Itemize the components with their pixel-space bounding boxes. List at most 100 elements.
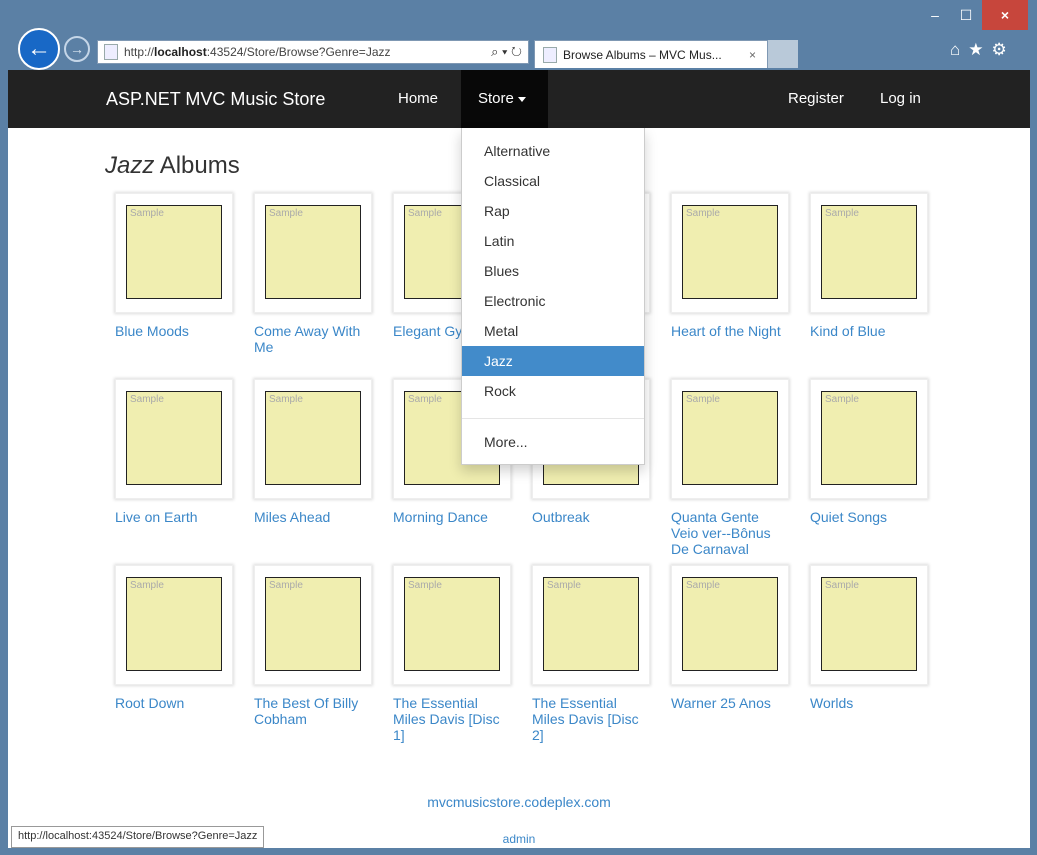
store-menu-item-electronic[interactable]: Electronic [462,286,644,316]
album-title-link[interactable]: Kind of Blue [810,323,920,339]
store-menu-item-classical[interactable]: Classical [462,166,644,196]
album-title-link[interactable]: Heart of the Night [671,323,781,339]
page-content: ASP.NET MVC Music Store Home Store Regis… [8,70,1030,848]
nav-login-link[interactable]: Log in [880,70,921,128]
album-card[interactable]: Sample The Essential Miles Davis [Disc 1] [393,565,513,755]
album-card[interactable]: Sample Come Away With Me [254,193,374,383]
forward-button[interactable]: → [64,36,90,62]
album-thumbnail[interactable]: Sample [254,193,372,313]
album-title-link[interactable]: Quiet Songs [810,509,920,525]
album-art-image: Sample [265,577,361,671]
album-thumbnail[interactable]: Sample [254,565,372,685]
home-icon[interactable]: ⌂ [950,40,960,60]
album-title-link[interactable]: Morning Dance [393,509,503,525]
store-menu-item-rap[interactable]: Rap [462,196,644,226]
album-thumbnail[interactable]: Sample [115,193,233,313]
album-art-image: Sample [126,391,222,485]
album-card[interactable]: Sample Worlds [810,565,930,755]
album-card[interactable]: Sample Quanta Gente Veio ver--Bônus De Ca… [671,379,791,569]
album-thumbnail[interactable]: Sample [393,565,511,685]
forward-arrow-icon: → [70,41,84,57]
sample-label: Sample [825,394,859,405]
album-title-link[interactable]: Quanta Gente Veio ver--Bônus De Carnaval [671,509,781,557]
maximize-button[interactable]: ☐ [951,0,981,30]
album-art-image: Sample [682,205,778,299]
album-card[interactable]: Sample Warner 25 Anos [671,565,791,755]
page-title: Jazz Albums [105,152,240,179]
minimize-button[interactable]: – [920,0,950,30]
album-thumbnail[interactable]: Sample [671,193,789,313]
sample-label: Sample [686,394,720,405]
album-thumbnail[interactable]: Sample [115,379,233,499]
album-thumbnail[interactable]: Sample [532,565,650,685]
search-refresh-icons[interactable]: ⌕ ▾ ↻ [460,44,528,60]
album-card[interactable]: Sample Kind of Blue [810,193,930,383]
address-bar[interactable]: http://localhost:43524/Store/Browse?Genr… [97,40,529,64]
album-thumbnail[interactable]: Sample [810,565,928,685]
album-thumbnail[interactable]: Sample [115,565,233,685]
caret-down-icon [517,96,526,102]
album-title-link[interactable]: Miles Ahead [254,509,364,525]
nav-register-link[interactable]: Register [788,70,844,128]
album-card[interactable]: Sample Miles Ahead [254,379,374,569]
brand-link[interactable]: ASP.NET MVC Music Store [106,70,325,128]
close-window-button[interactable]: × [982,0,1028,30]
album-thumbnail[interactable]: Sample [671,565,789,685]
store-menu-item-rock[interactable]: Rock [462,376,644,406]
store-menu-item-more[interactable]: More... [462,427,644,457]
album-title-link[interactable]: Live on Earth [115,509,225,525]
sample-label: Sample [269,208,303,219]
sample-label: Sample [547,580,581,591]
store-menu-item-latin[interactable]: Latin [462,226,644,256]
album-art-image: Sample [126,205,222,299]
menu-divider [462,418,644,419]
album-card[interactable]: Sample Heart of the Night [671,193,791,383]
address-url[interactable]: http://localhost:43524/Store/Browse?Genr… [124,45,460,59]
album-card[interactable]: Sample Blue Moods [115,193,235,383]
album-art-image: Sample [821,205,917,299]
tab-close-icon[interactable]: × [749,48,767,62]
album-card[interactable]: Sample Live on Earth [115,379,235,569]
album-art-image: Sample [404,577,500,671]
album-art-image: Sample [126,577,222,671]
store-menu-item-jazz[interactable]: Jazz [462,346,644,376]
status-bar-url: http://localhost:43524/Store/Browse?Genr… [11,826,265,848]
album-title-link[interactable]: The Best Of Billy Cobham [254,695,364,727]
album-art-image: Sample [265,391,361,485]
sample-label: Sample [269,580,303,591]
settings-gear-icon[interactable]: ⚙ [992,40,1007,60]
footer-codeplex-link[interactable]: mvcmusicstore.codeplex.com [8,794,1030,810]
album-thumbnail[interactable]: Sample [810,379,928,499]
tab-browse-albums[interactable]: Browse Albums – MVC Mus... × [534,40,768,68]
sample-label: Sample [825,580,859,591]
album-title-link[interactable]: Warner 25 Anos [671,695,781,711]
store-menu-item-alternative[interactable]: Alternative [462,136,644,166]
album-title-link[interactable]: Outbreak [532,509,642,525]
store-menu-item-metal[interactable]: Metal [462,316,644,346]
album-thumbnail[interactable]: Sample [254,379,372,499]
album-title-link[interactable]: Come Away With Me [254,323,364,355]
album-card[interactable]: Sample Quiet Songs [810,379,930,569]
nav-home-link[interactable]: Home [398,70,438,128]
back-arrow-icon: ← [27,35,51,62]
store-menu-item-blues[interactable]: Blues [462,256,644,286]
album-title-link[interactable]: Root Down [115,695,225,711]
album-title-link[interactable]: The Essential Miles Davis [Disc 1] [393,695,503,743]
sample-label: Sample [686,580,720,591]
back-button[interactable]: ← [18,28,60,70]
album-card[interactable]: Sample The Essential Miles Davis [Disc 2] [532,565,652,755]
album-card[interactable]: Sample Root Down [115,565,235,755]
new-tab-button[interactable] [768,40,798,68]
sample-label: Sample [130,208,164,219]
album-art-image: Sample [682,577,778,671]
album-title-link[interactable]: The Essential Miles Davis [Disc 2] [532,695,642,743]
page-icon [104,44,118,60]
album-art-image: Sample [543,577,639,671]
album-thumbnail[interactable]: Sample [810,193,928,313]
nav-store-dropdown[interactable]: Store [461,70,548,128]
album-thumbnail[interactable]: Sample [671,379,789,499]
album-title-link[interactable]: Worlds [810,695,920,711]
album-card[interactable]: Sample The Best Of Billy Cobham [254,565,374,755]
favorites-star-icon[interactable]: ★ [968,40,983,60]
album-title-link[interactable]: Blue Moods [115,323,225,339]
